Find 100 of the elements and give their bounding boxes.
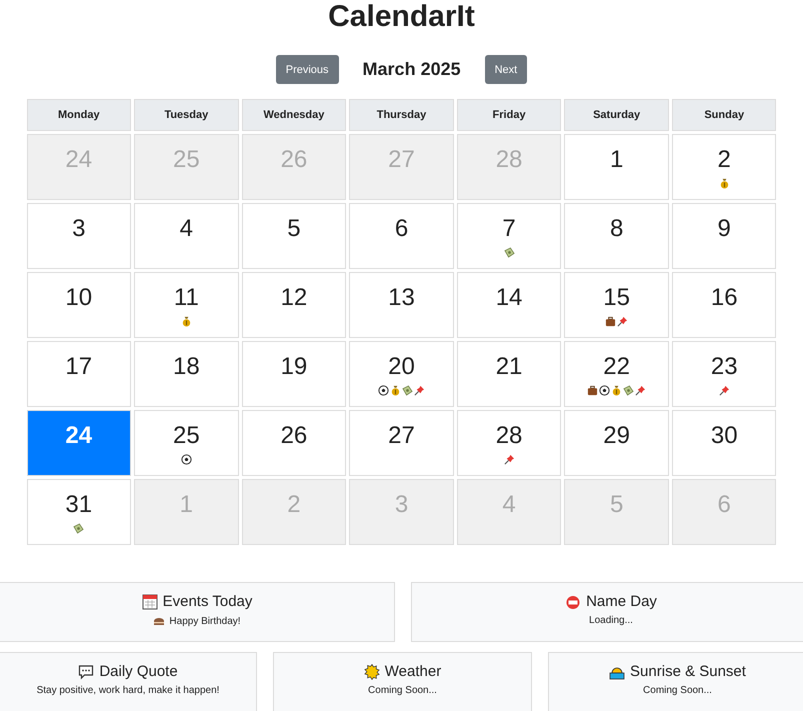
day-number: 10 <box>65 285 92 311</box>
day-number: 2 <box>287 492 301 518</box>
day-number: 28 <box>496 423 522 449</box>
day-number: 18 <box>173 354 200 380</box>
day-cell[interactable]: 30 <box>672 410 776 476</box>
day-cell[interactable]: 19 <box>242 341 346 407</box>
day-number: 3 <box>72 216 86 242</box>
day-cell[interactable]: 24 <box>26 410 132 476</box>
day-number: 3 <box>394 492 408 518</box>
day-number: 21 <box>496 354 522 380</box>
day-number: 4 <box>180 216 194 242</box>
day-number: 28 <box>496 147 522 173</box>
day-number: 31 <box>65 492 92 518</box>
day-cell[interactable]: 12 <box>242 272 346 338</box>
day-cell[interactable]: 20 <box>349 341 454 407</box>
day-number: 7 <box>502 216 516 242</box>
day-cell[interactable]: 1 <box>564 134 669 200</box>
day-number: 2 <box>718 147 731 173</box>
day-number: 12 <box>280 285 308 311</box>
day-cell[interactable]: 4 <box>134 203 239 269</box>
sun-icon <box>364 664 380 680</box>
day-number: 13 <box>388 285 415 311</box>
money-bag-icon <box>390 385 401 396</box>
day-cell[interactable]: 27 <box>349 410 454 476</box>
day-cell[interactable]: 9 <box>672 203 776 269</box>
cake-icon <box>153 615 166 627</box>
card-text: Loading... <box>589 615 633 626</box>
speech-bubble-icon <box>78 664 94 680</box>
day-cell[interactable]: 26 <box>242 410 346 476</box>
card-title: Sunrise & Sunset <box>630 663 746 680</box>
weekday-header: Thursday <box>349 99 454 131</box>
day-cell[interactable]: 29 <box>564 410 669 476</box>
card-title: Events Today <box>162 593 252 610</box>
money-bag-icon <box>611 385 622 396</box>
day-cell[interactable]: 21 <box>456 341 562 407</box>
card-title: Name Day <box>586 593 657 610</box>
day-cell[interactable]: 7 <box>456 203 562 269</box>
banknote-icon <box>504 247 515 258</box>
day-cell[interactable]: 6 <box>349 203 454 269</box>
day-number: 27 <box>388 147 415 173</box>
day-number: 27 <box>388 423 415 449</box>
day-cell[interactable]: 13 <box>349 272 454 338</box>
month-title: March 2025 <box>362 59 461 80</box>
banknote-icon <box>623 385 634 396</box>
day-cell[interactable]: 14 <box>456 272 562 338</box>
banknote-icon <box>73 523 84 534</box>
next-button[interactable]: Next <box>484 55 528 84</box>
day-number: 24 <box>65 423 92 449</box>
day-number: 1 <box>180 492 194 518</box>
briefcase-icon <box>605 316 616 327</box>
weekday-header: Wednesday <box>242 99 346 131</box>
card-text: Happy Birthday! <box>169 616 241 626</box>
day-cell[interactable]: 11 <box>134 272 239 338</box>
day-cell[interactable]: 18 <box>134 341 239 407</box>
weekday-header: Saturday <box>564 99 669 131</box>
day-cell[interactable]: 16 <box>672 272 776 338</box>
day-cell[interactable]: 8 <box>564 203 669 269</box>
day-number: 26 <box>280 423 308 449</box>
pushpin-icon <box>718 385 730 396</box>
day-number: 20 <box>388 354 415 380</box>
day-number: 25 <box>173 147 200 173</box>
day-number: 5 <box>610 492 624 518</box>
day-number: 29 <box>603 423 630 449</box>
day-cell[interactable]: 3 <box>26 203 132 269</box>
card-text: Coming Soon... <box>368 685 437 696</box>
day-cell[interactable]: 17 <box>26 341 132 407</box>
day-cell[interactable]: 15 <box>564 272 669 338</box>
day-number: 14 <box>496 285 522 311</box>
day-cell[interactable]: 25 <box>134 410 239 476</box>
money-bag-icon <box>718 178 730 189</box>
day-cell[interactable]: 22 <box>564 341 669 407</box>
day-number: 11 <box>174 285 199 311</box>
card-title: Daily Quote <box>99 663 178 680</box>
day-cell[interactable]: 10 <box>26 272 132 338</box>
day-cell[interactable]: 28 <box>456 410 562 476</box>
day-cell[interactable]: 5 <box>242 203 346 269</box>
day-number: 17 <box>65 354 92 380</box>
day-number: 24 <box>65 147 92 173</box>
day-number: 6 <box>394 216 408 242</box>
day-cell[interactable]: 2 <box>672 134 776 200</box>
day-number: 6 <box>718 492 731 518</box>
day-cell[interactable]: 31 <box>26 479 132 545</box>
day-cell[interactable]: 23 <box>672 341 776 407</box>
day-number: 25 <box>173 423 200 449</box>
day-number: 16 <box>710 285 738 311</box>
weekday-header: Tuesday <box>134 99 239 131</box>
day-number: 22 <box>603 354 630 380</box>
day-number: 8 <box>610 216 624 242</box>
card-text: Stay positive, work hard, make it happen! <box>36 685 220 696</box>
day-number: 30 <box>710 423 738 449</box>
weekday-header: Monday <box>26 99 132 131</box>
card-title: Weather <box>384 663 442 680</box>
day-number: 15 <box>603 285 630 311</box>
previous-button[interactable]: Previous <box>276 55 339 84</box>
calendar-icon <box>142 594 158 610</box>
pushpin-icon <box>635 385 646 396</box>
pushpin-icon <box>504 454 515 465</box>
banknote-icon <box>402 385 413 396</box>
day-number: 26 <box>280 147 308 173</box>
card-text: Coming Soon... <box>643 685 712 696</box>
